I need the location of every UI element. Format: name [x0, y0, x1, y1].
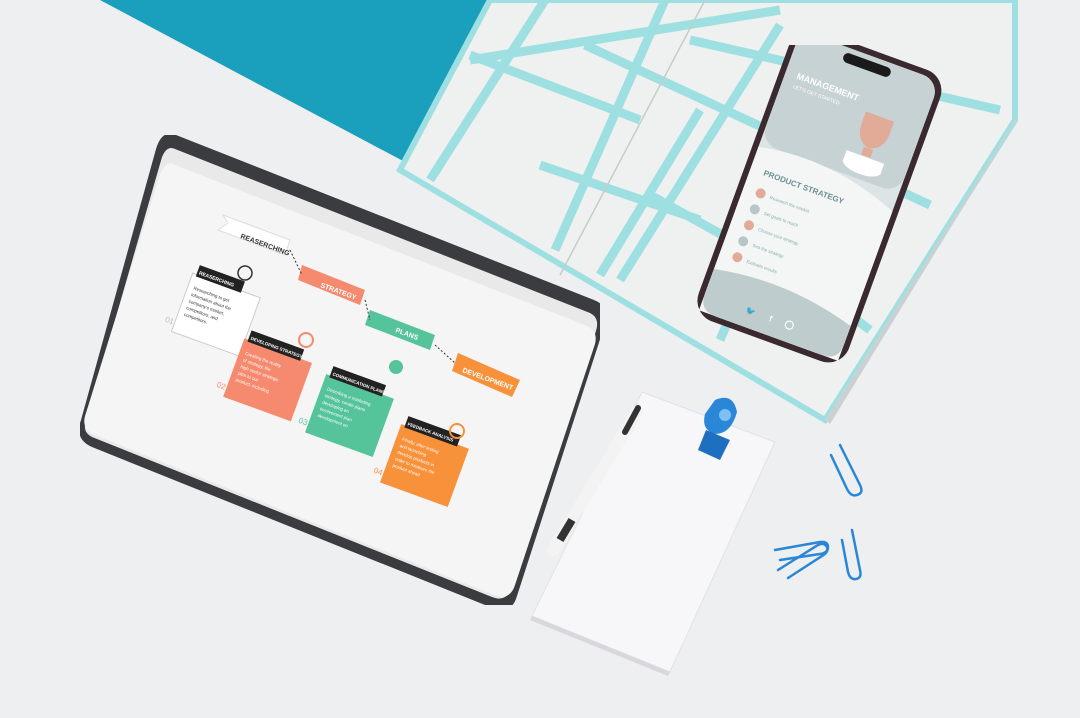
paperclip-icons — [773, 443, 863, 581]
smartphone-device: MANAGEMENT LET'S GET STARTED PRODUCT STR… — [697, 45, 942, 363]
desk-items — [530, 391, 863, 676]
